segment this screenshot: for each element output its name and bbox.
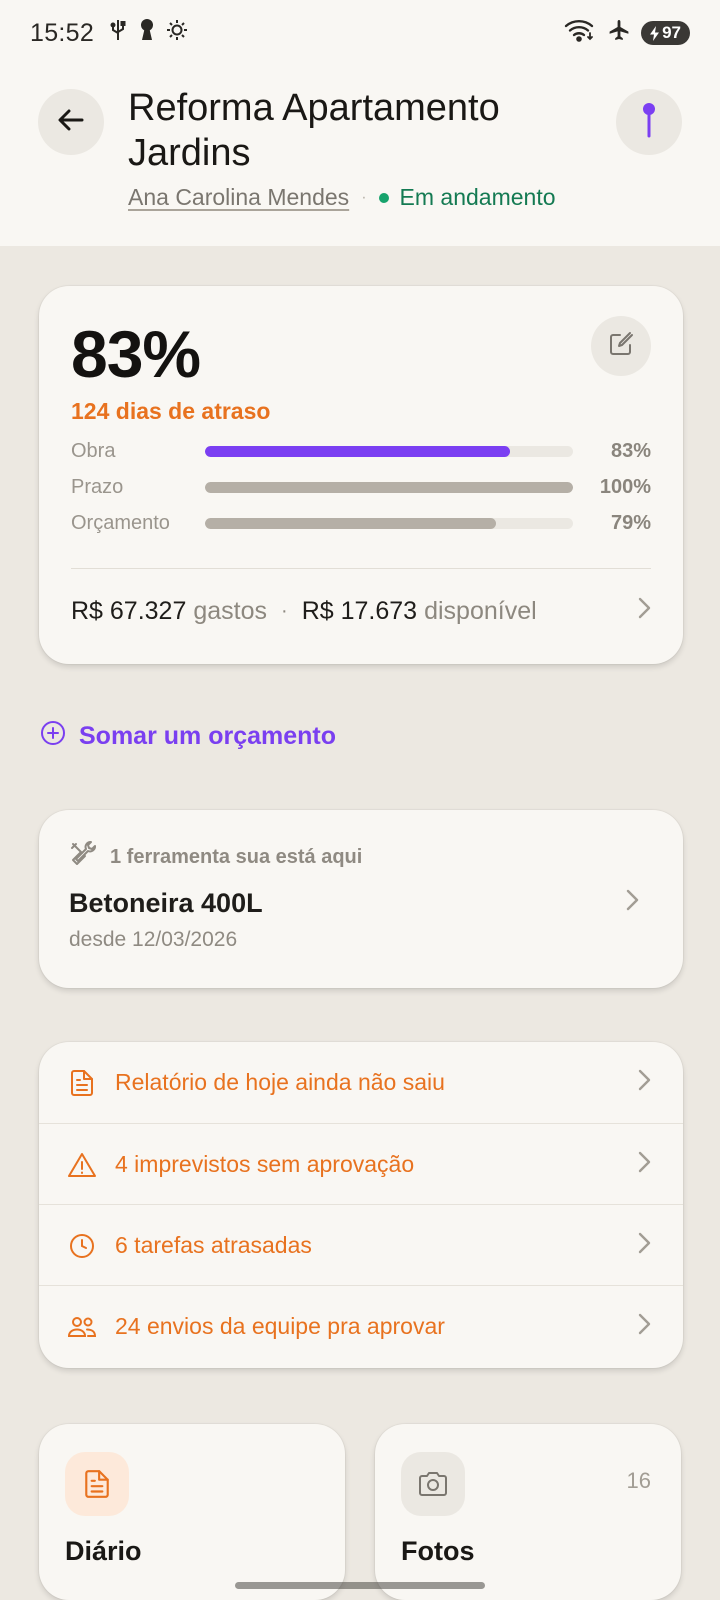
available-value: R$ 17.673 bbox=[301, 596, 418, 625]
alert-unapproved-issues[interactable]: 4 imprevistos sem aprovação bbox=[39, 1124, 683, 1205]
delay-text: 124 dias de atraso bbox=[71, 398, 271, 424]
plus-circle-icon bbox=[40, 720, 66, 753]
bar-track bbox=[205, 517, 573, 529]
bar-fill bbox=[205, 517, 496, 529]
pin-button[interactable] bbox=[616, 89, 682, 155]
alert-text: 24 envios da equipe pra aprovar bbox=[115, 1313, 445, 1339]
chevron-right-icon bbox=[625, 888, 639, 917]
battery-icon: 97 bbox=[641, 21, 690, 45]
diary-tile[interactable]: Diário bbox=[39, 1424, 345, 1600]
tool-heading-text: 1 ferramenta sua está aqui bbox=[110, 845, 363, 868]
edit-progress-button[interactable] bbox=[591, 316, 651, 376]
tool-since: desde 12/03/2026 bbox=[69, 928, 238, 951]
chevron-right-icon bbox=[637, 596, 651, 627]
divider bbox=[71, 568, 651, 569]
alert-report-pending[interactable]: Relatório de hoje ainda não saiu bbox=[39, 1042, 683, 1123]
arrow-left-icon bbox=[56, 105, 86, 140]
app-header: Reforma Apartamento Jardins Ana Carolina… bbox=[0, 66, 720, 246]
status-bar: 15:52 97 bbox=[0, 0, 720, 66]
photos-label: Fotos bbox=[401, 1536, 475, 1566]
tool-heading: 1 ferramenta sua está aqui bbox=[69, 840, 362, 874]
bar-track bbox=[205, 445, 573, 457]
bar-value: 83% bbox=[610, 439, 651, 462]
chevron-right-icon bbox=[637, 1068, 651, 1097]
document-icon bbox=[67, 1068, 97, 1098]
pin-icon bbox=[639, 101, 659, 144]
spent-value: R$ 67.327 bbox=[71, 596, 187, 625]
status-dot bbox=[378, 192, 389, 203]
separator: · bbox=[361, 188, 367, 206]
keyhole-icon bbox=[138, 18, 156, 49]
alert-text: 4 imprevistos sem aprovação bbox=[115, 1151, 415, 1177]
tool-name: Betoneira 400L bbox=[69, 888, 263, 918]
diary-label: Diário bbox=[65, 1536, 142, 1566]
home-indicator[interactable] bbox=[235, 1582, 485, 1589]
wifi-icon bbox=[563, 18, 597, 49]
tools-icon bbox=[69, 840, 99, 874]
page-title: Reforma Apartamento Jardins bbox=[128, 87, 500, 174]
add-budget-label: Somar um orçamento bbox=[79, 722, 337, 750]
chevron-right-icon bbox=[637, 1231, 651, 1260]
progress-card: 83% 124 dias de atraso Obra 83% Prazo 10… bbox=[39, 286, 683, 664]
add-budget-button[interactable]: Somar um orçamento bbox=[40, 720, 336, 753]
bar-fill bbox=[205, 445, 511, 457]
chevron-right-icon bbox=[637, 1312, 651, 1341]
document-icon bbox=[65, 1452, 129, 1516]
bar-value: 100% bbox=[599, 475, 651, 498]
clock-icon bbox=[67, 1231, 97, 1261]
alert-late-tasks[interactable]: 6 tarefas atrasadas bbox=[39, 1205, 683, 1286]
alert-text: 6 tarefas atrasadas bbox=[115, 1232, 312, 1258]
tool-card[interactable]: 1 ferramenta sua está aqui Betoneira 400… bbox=[39, 810, 683, 988]
brightness-icon bbox=[166, 19, 188, 48]
status-label: Em andamento bbox=[399, 184, 556, 210]
progress-row-prazo: Prazo 100% bbox=[71, 474, 651, 500]
back-button[interactable] bbox=[38, 89, 104, 155]
photos-count: 16 bbox=[626, 1468, 651, 1493]
bar-label: Obra bbox=[71, 439, 116, 462]
bar-label: Orçamento bbox=[71, 511, 170, 534]
chevron-right-icon bbox=[637, 1150, 651, 1179]
battery-level: 97 bbox=[662, 23, 681, 42]
camera-icon bbox=[401, 1452, 465, 1516]
bar-fill bbox=[205, 481, 573, 493]
usb-icon bbox=[108, 18, 128, 49]
owner-link[interactable]: Ana Carolina Mendes bbox=[128, 184, 349, 211]
alerts-card: Relatório de hoje ainda não saiu 4 impre… bbox=[39, 1042, 683, 1368]
budget-summary-row[interactable]: R$ 67.327 gastos · R$ 17.673 disponível bbox=[71, 586, 651, 636]
team-icon bbox=[67, 1312, 97, 1342]
photos-tile[interactable]: 16 Fotos bbox=[375, 1424, 681, 1600]
warning-icon bbox=[67, 1150, 97, 1180]
bar-value: 79% bbox=[610, 511, 651, 534]
progress-row-orcamento: Orçamento 79% bbox=[71, 510, 651, 536]
project-meta: Ana Carolina Mendes · Em andamento bbox=[128, 184, 556, 211]
status-time: 15:52 bbox=[30, 18, 95, 47]
bar-label: Prazo bbox=[71, 475, 124, 498]
progress-row-obra: Obra 83% bbox=[71, 438, 651, 464]
alert-team-submissions[interactable]: 24 envios da equipe pra aprovar bbox=[39, 1286, 683, 1367]
overall-percent: 83% bbox=[71, 317, 201, 391]
edit-icon bbox=[607, 330, 635, 363]
alert-text: Relatório de hoje ainda não saiu bbox=[115, 1069, 445, 1095]
available-label: disponível bbox=[424, 596, 537, 625]
bar-track bbox=[205, 481, 573, 493]
airplane-icon bbox=[607, 18, 631, 49]
spent-label: gastos bbox=[193, 596, 268, 625]
separator: · bbox=[281, 599, 288, 622]
